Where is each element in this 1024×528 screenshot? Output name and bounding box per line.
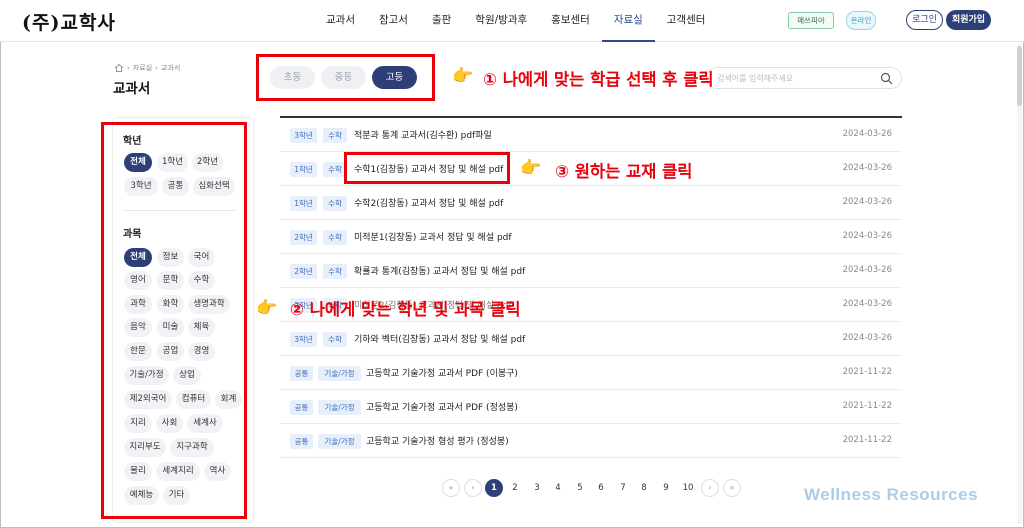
prev-page-button[interactable]: ‹	[464, 479, 482, 497]
scrollbar-thumb[interactable]	[1017, 46, 1022, 106]
item-date: 2024-03-26	[842, 299, 892, 309]
breadcrumb-resources[interactable]: 자료실	[133, 63, 152, 73]
subject-tag: 수학	[323, 264, 347, 279]
item-date: 2024-03-26	[842, 197, 892, 207]
grade-tag: 1학년	[290, 162, 317, 177]
list-item[interactable]: 공통 기술/가정 고등학교 기술가정 교과서 PDF (이봉구) 2021-11…	[280, 356, 902, 390]
grade-tag: 3학년	[290, 128, 317, 143]
search-box[interactable]: 검색어를 입력해주세요	[706, 67, 902, 89]
list-item[interactable]: 2학년 수학 미적분1(김창동) 교과서 정답 및 해설 pdf 2024-03…	[280, 220, 902, 254]
page-4[interactable]: 4	[549, 479, 567, 497]
subject-tag: 수학	[323, 196, 347, 211]
item-title[interactable]: 확률과 통계(김창동) 교과서 정답 및 해설 pdf	[354, 264, 525, 277]
subject-tag: 수학	[323, 230, 347, 245]
nav-customer-center[interactable]: 고객센터	[655, 0, 718, 42]
list-item[interactable]: 공통 기술/가정 고등학교 기술가정 형성 평가 (정성봉) 2021-11-2…	[280, 424, 902, 458]
item-date: 2024-03-26	[842, 163, 892, 173]
subject-tag: 기술/가정	[318, 366, 361, 381]
highlight-box-sidebar	[101, 122, 247, 519]
site-logo[interactable]: (주)교학사	[22, 8, 116, 35]
nav-textbook[interactable]: 교과서	[314, 0, 367, 42]
item-title[interactable]: 고등학교 기술가정 교과서 PDF (이봉구)	[366, 366, 518, 379]
breadcrumb-separator: ›	[127, 64, 130, 72]
breadcrumb: › 자료실 › 교과서	[114, 63, 180, 73]
grade-tag: 공통	[290, 400, 313, 415]
annotation-step3: ③ 원하는 교재 클릭	[555, 162, 693, 181]
page-5[interactable]: 5	[571, 479, 589, 497]
pointing-hand-icon: 👉	[520, 158, 542, 178]
login-button[interactable]: 로그인	[906, 10, 943, 30]
site-header: (주)교학사 교과서 참고서 출판 학원/방과후 홍보센터 자료실 고객센터 매…	[0, 0, 1024, 42]
list-item[interactable]: 3학년 수학 적분과 통계 교과서(김수환) pdf파일 2024-03-26	[280, 118, 902, 152]
item-title[interactable]: 고등학교 기술가정 형성 평가 (정성봉)	[366, 434, 509, 447]
page-title: 교과서	[113, 81, 151, 97]
page-3[interactable]: 3	[528, 479, 546, 497]
subject-tag: 기술/가정	[318, 400, 361, 415]
item-date: 2024-03-26	[842, 265, 892, 275]
annotation-step2: ② 나에게 맞는 학년 및 과목 클릭	[290, 300, 521, 319]
nav-resources[interactable]: 자료실	[601, 0, 655, 42]
subject-tag: 기술/가정	[318, 434, 361, 449]
page-2[interactable]: 2	[506, 479, 524, 497]
nav-publishing[interactable]: 출판	[420, 0, 463, 42]
nav-reference[interactable]: 참고서	[367, 0, 420, 42]
list-item[interactable]: 3학년 수학 기하와 벡터(김창동) 교과서 정답 및 해설 pdf 2024-…	[280, 322, 902, 356]
search-icon[interactable]	[880, 72, 893, 85]
annotation-step1: ① 나에게 맞는 학급 선택 후 클릭	[483, 70, 714, 89]
pointing-hand-icon: 👉	[256, 298, 278, 318]
breadcrumb-textbook[interactable]: 교과서	[161, 63, 180, 73]
subject-tag: 수학	[323, 128, 347, 143]
item-title[interactable]: 미적분1(김창동) 교과서 정답 및 해설 pdf	[354, 230, 512, 243]
pointing-hand-icon: 👉	[452, 66, 474, 86]
list-item[interactable]: 2학년 수학 확률과 통계(김창동) 교과서 정답 및 해설 pdf 2024-…	[280, 254, 902, 288]
mathpia-badge[interactable]: 매쓰피아	[788, 12, 834, 29]
grade-tag: 2학년	[290, 264, 317, 279]
main-nav: 교과서 참고서 출판 학원/방과후 홍보센터 자료실 고객센터	[314, 0, 717, 42]
item-title[interactable]: 수학2(김창동) 교과서 정답 및 해설 pdf	[354, 196, 503, 209]
page-10[interactable]: 10	[679, 479, 697, 497]
item-title[interactable]: 적분과 통계 교과서(김수환) pdf파일	[354, 128, 492, 141]
next-page-button[interactable]: ›	[701, 479, 719, 497]
search-input[interactable]: 검색어를 입력해주세요	[717, 73, 793, 84]
item-date: 2021-11-22	[842, 401, 892, 411]
item-date: 2024-03-26	[842, 231, 892, 241]
last-page-button[interactable]: »	[723, 479, 741, 497]
item-date: 2024-03-26	[842, 129, 892, 139]
highlight-box-level	[256, 54, 435, 101]
page-7[interactable]: 7	[614, 479, 632, 497]
list-item[interactable]: 공통 기술/가정 고등학교 기술가정 교과서 PDF (정성봉) 2021-11…	[280, 390, 902, 424]
item-date: 2024-03-26	[842, 333, 892, 343]
online-badge[interactable]: 온라인	[846, 11, 876, 30]
list-item[interactable]: 1학년 수학 수학2(김창동) 교과서 정답 및 해설 pdf 2024-03-…	[280, 186, 902, 220]
page-6[interactable]: 6	[592, 479, 610, 497]
grade-tag: 3학년	[290, 332, 317, 347]
nav-pr-center[interactable]: 홍보센터	[539, 0, 602, 42]
highlight-box-item	[344, 152, 510, 184]
nav-academy[interactable]: 학원/방과후	[463, 0, 539, 42]
page-8[interactable]: 8	[635, 479, 653, 497]
grade-tag: 공통	[290, 366, 313, 381]
item-date: 2021-11-22	[842, 367, 892, 377]
subject-tag: 수학	[323, 332, 347, 347]
watermark: Wellness Resources	[804, 485, 979, 504]
breadcrumb-separator: ›	[155, 64, 158, 72]
grade-tag: 2학년	[290, 230, 317, 245]
page-scrollbar[interactable]	[1017, 44, 1022, 524]
grade-tag: 공통	[290, 434, 313, 449]
signup-button[interactable]: 회원가입	[946, 10, 991, 30]
item-date: 2021-11-22	[842, 435, 892, 445]
page-1[interactable]: 1	[485, 479, 503, 497]
item-title[interactable]: 기하와 벡터(김창동) 교과서 정답 및 해설 pdf	[354, 332, 525, 345]
home-icon[interactable]	[114, 63, 124, 73]
first-page-button[interactable]: «	[442, 479, 460, 497]
grade-tag: 1학년	[290, 196, 317, 211]
page-9[interactable]: 9	[657, 479, 675, 497]
item-title[interactable]: 고등학교 기술가정 교과서 PDF (정성봉)	[366, 400, 518, 413]
